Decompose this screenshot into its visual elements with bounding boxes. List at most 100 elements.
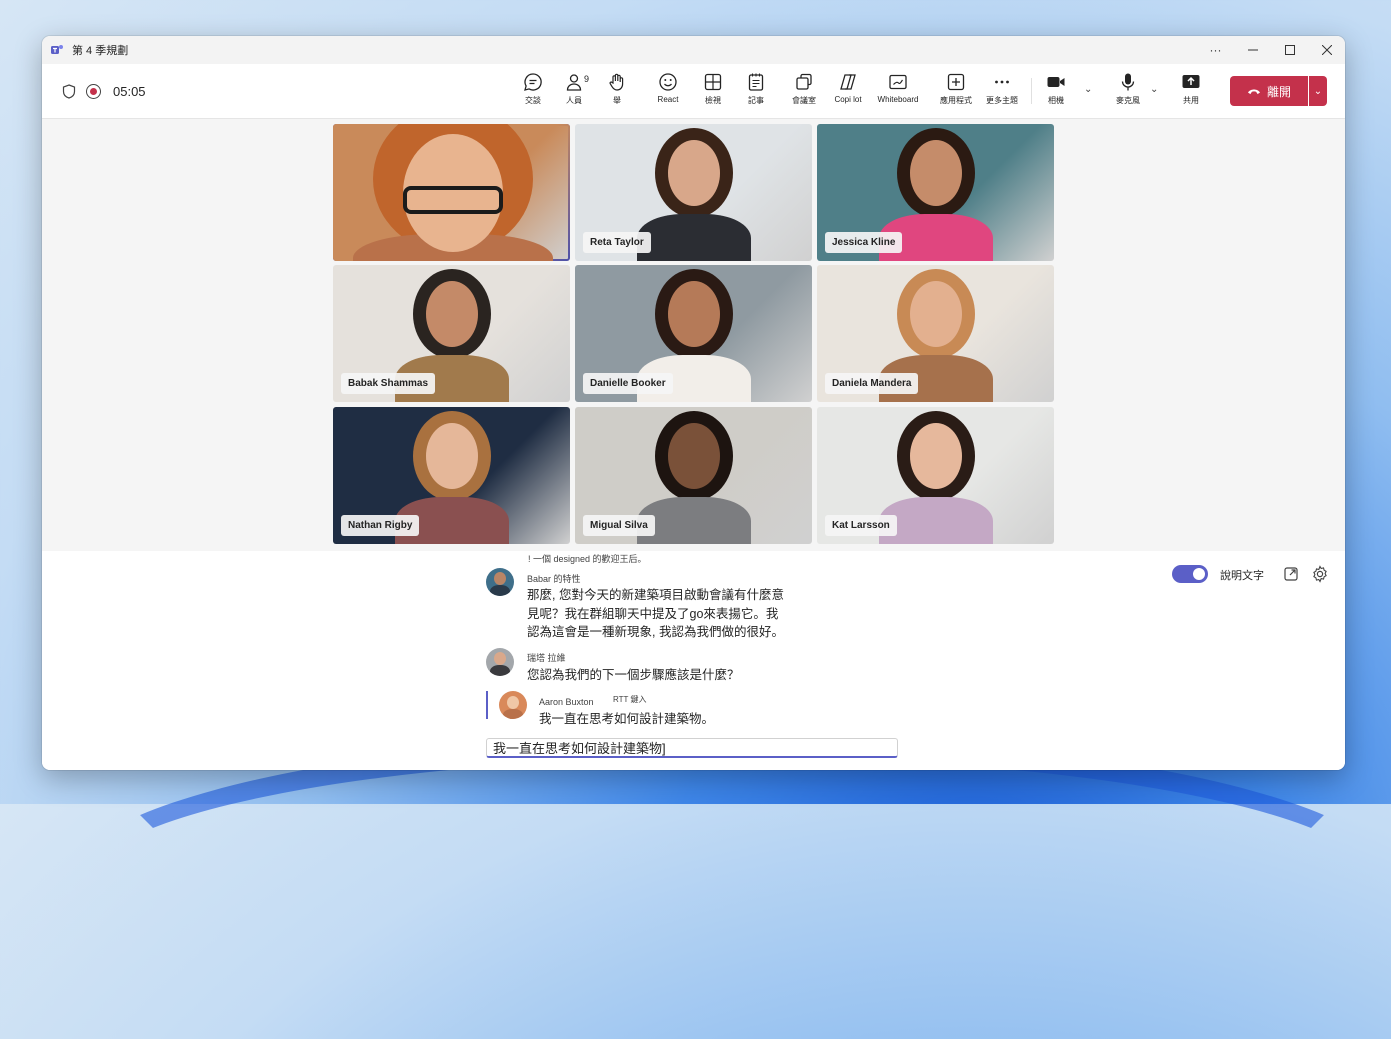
chevron-down-icon: ⌄ — [1313, 85, 1323, 97]
participant-face — [668, 423, 720, 489]
chat-label: 交談 — [525, 96, 541, 105]
react-button[interactable]: React — [646, 72, 690, 104]
mic-label: 麥克風 — [1116, 96, 1140, 105]
whiteboard-icon — [889, 74, 907, 90]
copilot-label: Copi lot — [834, 95, 862, 104]
people-count: 9 — [584, 74, 590, 84]
minimize-icon — [1247, 49, 1258, 51]
leave-options-button[interactable]: ⌄ — [1309, 76, 1327, 106]
teams-logo-icon — [51, 45, 63, 54]
whiteboard-label: Whiteboard — [877, 95, 919, 104]
settings-gear-icon[interactable] — [1311, 565, 1329, 583]
caption-line: 認為這會是一種新現象, 我認為我們做的很好。 — [527, 625, 784, 639]
share-screen-icon — [1182, 75, 1200, 88]
participant-tile[interactable]: Jessica Kline — [817, 124, 1054, 261]
participant-tile[interactable]: Reta Taylor — [575, 124, 812, 261]
caption-text: 那麼, 您對今天的新建築項目啟動會議有什麼意 見呢？我在群組聊天中提及了go來表… — [527, 586, 784, 642]
close-icon — [1321, 45, 1332, 55]
grid-view-icon — [704, 73, 722, 91]
caption-line: 我一直在思考如何設計建築物。 — [539, 712, 715, 726]
participant-face — [426, 281, 478, 347]
apps-label: 應用程式 — [940, 96, 972, 105]
participant-tile[interactable]: Babak Shammas — [333, 265, 570, 402]
toolbar-divider — [1031, 78, 1032, 104]
avatar — [486, 648, 514, 676]
caption-line: 您認為我們的下一個步驟應該是什麼？ — [527, 668, 740, 682]
whiteboard-button[interactable]: Whiteboard — [876, 72, 920, 104]
share-button[interactable]: 共用 — [1169, 72, 1213, 106]
camera-button[interactable]: 相機 — [1034, 72, 1078, 106]
participant-tile[interactable]: Daniela Mandera — [817, 265, 1054, 402]
caption-sender: Babar 的特性 — [527, 574, 581, 584]
participant-tile[interactable]: Kat Larsson — [817, 407, 1054, 544]
participant-name: Jessica Kline — [825, 232, 903, 253]
participant-name: Kat Larsson — [825, 515, 897, 536]
notes-icon — [748, 73, 764, 91]
caption-sender: 瑞塔 拉維 — [527, 653, 566, 663]
raise-hand-button[interactable]: 舉 — [595, 72, 639, 106]
avatar — [486, 568, 514, 596]
meeting-timer: 05:05 — [113, 83, 146, 99]
copilot-button[interactable]: Copi lot — [826, 72, 870, 104]
leave-button[interactable]: 離開 — [1230, 76, 1308, 106]
recording-icon — [86, 83, 101, 99]
window-title: 第 4 季規劃 — [72, 45, 129, 57]
mic-button[interactable]: 麥克風 — [1106, 72, 1150, 106]
rtt-typing-tag: RTT 鍵入 — [613, 695, 647, 704]
camera-options-chevron-icon[interactable]: ⌄ — [1084, 84, 1092, 95]
maximize-button[interactable] — [1271, 36, 1308, 64]
more-button[interactable]: 更多主題 — [980, 72, 1024, 106]
more-label: 更多主題 — [986, 96, 1018, 105]
apps-button[interactable]: 應用程式 — [934, 72, 978, 106]
participant-name: Daniela Mandera — [825, 373, 919, 394]
maximize-icon — [1284, 45, 1295, 55]
raise-label: 舉 — [613, 96, 621, 105]
caption-line: 見呢？我在群組聊天中提及了go來表揚它。我 — [527, 606, 779, 621]
copilot-icon — [840, 74, 856, 90]
hang-up-icon — [1247, 89, 1260, 95]
add-app-icon — [947, 73, 965, 91]
participant-face — [668, 281, 720, 347]
microphone-icon — [1121, 73, 1135, 91]
notes-button[interactable]: 記事 — [734, 72, 778, 106]
participant-tile[interactable]: Nathan Rigby — [333, 407, 570, 544]
participant-name: Migual Silva — [583, 515, 655, 536]
participant-body — [637, 214, 751, 261]
participant-name: Danielle Booker — [583, 373, 673, 394]
participant-name: Babak Shammas — [341, 373, 436, 394]
video-gallery: Reta Taylor Jessica Kline Babak Shammas Dan… — [42, 119, 1345, 549]
chat-button[interactable]: 交談 — [511, 72, 555, 106]
notes-label: 記事 — [748, 96, 764, 105]
teams-meeting-window: 第 4 季規劃 ··· 05:05 交談 9 人員 舉 React 檢視 記事 … — [42, 36, 1345, 770]
share-label: 共用 — [1183, 96, 1199, 105]
captions-toggle[interactable] — [1172, 565, 1208, 583]
pop-out-icon[interactable] — [1282, 565, 1300, 583]
participant-face — [910, 423, 962, 489]
mic-options-chevron-icon[interactable]: ⌄ — [1150, 84, 1158, 95]
shield-icon[interactable] — [62, 83, 76, 99]
participant-name: Reta Taylor — [583, 232, 651, 253]
emoji-icon — [659, 73, 677, 91]
participant-face — [426, 423, 478, 489]
close-button[interactable] — [1308, 36, 1345, 64]
rooms-button[interactable]: 會議室 — [782, 72, 826, 106]
ellipsis-icon: ··· — [1209, 43, 1222, 57]
people-button[interactable]: 9 人員 — [552, 72, 596, 106]
participant-tile[interactable] — [333, 124, 570, 261]
caption-partial-line: ! 一個 designed 的歡迎王后。 — [528, 554, 647, 564]
title-bar: 第 4 季規劃 ··· — [42, 36, 1345, 64]
view-button[interactable]: 檢視 — [691, 72, 735, 106]
caption-sender: Aaron Buxton — [539, 697, 594, 707]
participant-tile[interactable]: Migual Silva — [575, 407, 812, 544]
more-options-button[interactable]: ··· — [1197, 36, 1234, 64]
camera-icon — [1047, 77, 1065, 87]
captions-toggle-label: 說明文字 — [1220, 570, 1264, 582]
chat-icon — [524, 73, 542, 91]
breakout-rooms-icon — [796, 73, 812, 90]
caption-text: 您認為我們的下一個步驟應該是什麼？ — [527, 666, 740, 685]
minimize-button[interactable] — [1234, 36, 1271, 64]
participant-tile[interactable]: Danielle Booker — [575, 265, 812, 402]
participant-name: Nathan Rigby — [341, 515, 420, 536]
camera-label: 相機 — [1048, 96, 1064, 105]
rtt-input-field[interactable]: 我一直在思考如何設計建築物] — [486, 738, 898, 758]
